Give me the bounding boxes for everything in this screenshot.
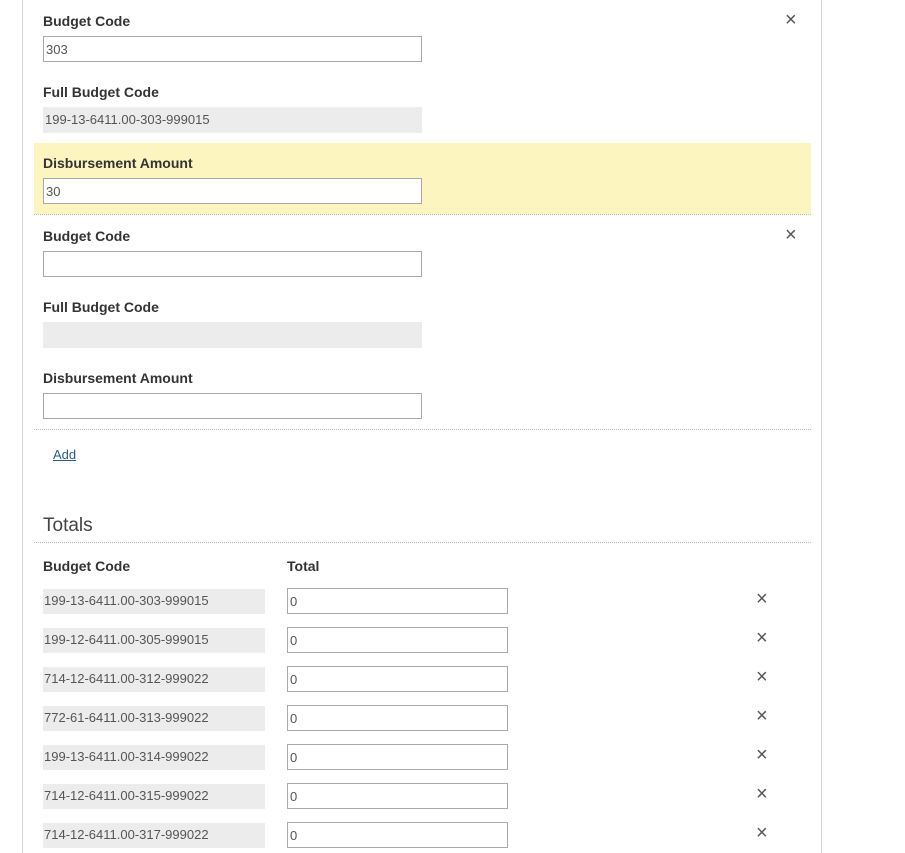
budget-code-input[interactable] (43, 251, 422, 277)
totals-budget-code: 772-61-6411.00-313-999022 (43, 706, 265, 731)
entry-divider (34, 429, 811, 430)
remove-total-close-icon[interactable]: × (756, 823, 768, 843)
entry-divider (34, 214, 811, 215)
remove-total-close-icon[interactable]: × (756, 589, 768, 609)
totals-budget-code: 714-12-6411.00-317-999022 (43, 823, 265, 848)
totals-budget-code: 199-13-6411.00-303-999015 (43, 589, 265, 614)
budget-code-label: Budget Code (43, 13, 131, 29)
remove-total-close-icon[interactable]: × (756, 628, 768, 648)
add-link[interactable]: Add (53, 447, 76, 462)
totals-budget-code: 199-13-6411.00-314-999022 (43, 745, 265, 770)
totals-total-input[interactable] (287, 705, 508, 731)
remove-total-close-icon[interactable]: × (756, 706, 768, 726)
totals-divider (34, 542, 811, 543)
remove-total-close-icon[interactable]: × (756, 784, 768, 804)
totals-budget-code: 199-12-6411.00-305-999015 (43, 628, 265, 653)
disbursement-amount-input[interactable] (43, 178, 422, 204)
totals-budget-code: 714-12-6411.00-312-999022 (43, 667, 265, 692)
full-budget-code-label: Full Budget Code (43, 84, 159, 100)
disbursement-amount-label: Disbursement Amount (43, 155, 193, 171)
budget-code-input[interactable] (43, 36, 422, 62)
totals-budget-code: 714-12-6411.00-315-999022 (43, 784, 265, 809)
remove-total-close-icon[interactable]: × (756, 745, 768, 765)
totals-total-input[interactable] (287, 783, 508, 809)
totals-total-input[interactable] (287, 588, 508, 614)
totals-total-input[interactable] (287, 744, 508, 770)
remove-entry-close-icon[interactable]: × (785, 225, 797, 245)
totals-total-input[interactable] (287, 627, 508, 653)
totals-col-budget-code: Budget Code (43, 558, 131, 574)
remove-entry-close-icon[interactable]: × (785, 10, 797, 30)
full-budget-code-value: 199-13-6411.00-303-999015 (43, 107, 422, 133)
remove-total-close-icon[interactable]: × (756, 667, 768, 687)
full-budget-code-label: Full Budget Code (43, 299, 159, 315)
totals-col-total: Total (287, 558, 320, 574)
totals-total-input[interactable] (287, 666, 508, 692)
budget-code-label: Budget Code (43, 228, 131, 244)
disbursement-amount-input[interactable] (43, 393, 422, 419)
disbursement-amount-label: Disbursement Amount (43, 370, 193, 386)
totals-title: Totals (43, 515, 93, 536)
totals-total-input[interactable] (287, 822, 508, 848)
full-budget-code-value (43, 322, 422, 348)
